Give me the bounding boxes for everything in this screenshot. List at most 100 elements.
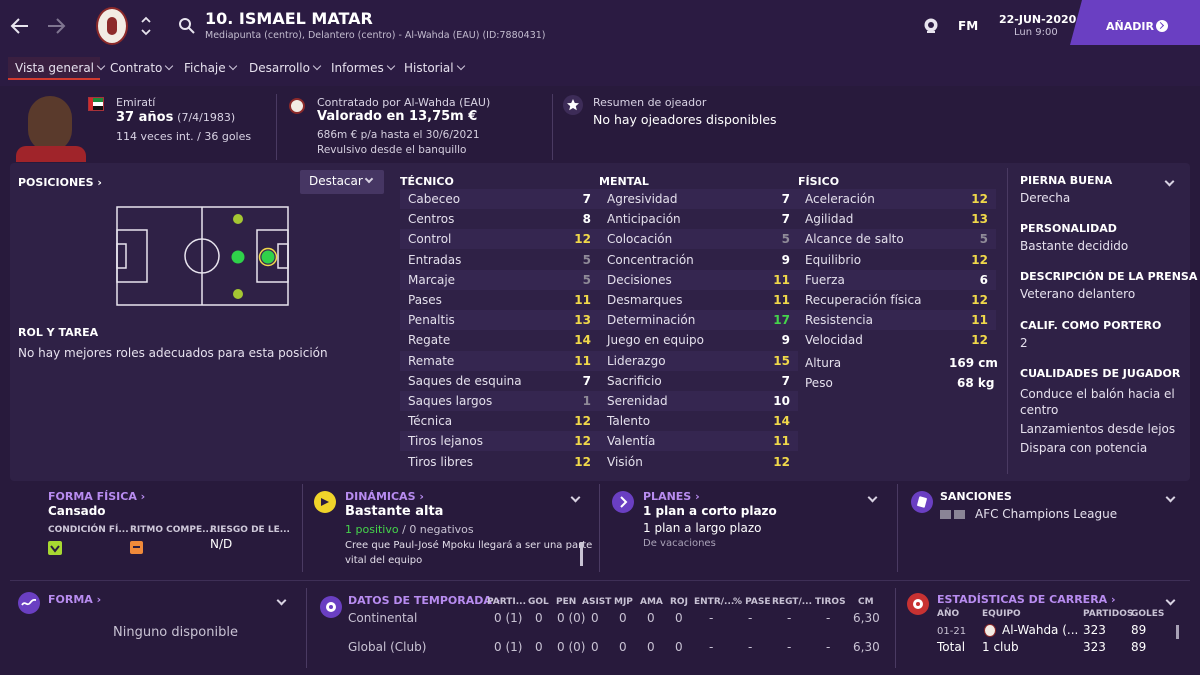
attribute-row[interactable]: Resistencia 11 xyxy=(797,310,996,331)
attribute-row[interactable]: Valentía 11 xyxy=(599,431,798,452)
season-heading[interactable]: DATOS DE TEMPORADA › xyxy=(348,594,500,607)
season-cell: 0 xyxy=(535,611,543,625)
attribute-value: 12 xyxy=(773,454,790,469)
condition-heart-icon xyxy=(48,541,62,555)
season-col-header[interactable]: ASIST xyxy=(582,597,611,607)
attribute-row[interactable]: Visión 12 xyxy=(599,452,798,472)
attribute-row[interactable]: Recuperación física 12 xyxy=(797,290,996,310)
tab-desarrollo[interactable]: Desarrollo xyxy=(249,61,322,75)
tab-historial[interactable]: Historial xyxy=(404,61,465,75)
season-col-header[interactable]: CM xyxy=(858,597,874,607)
season-col-header[interactable]: PARTI... xyxy=(487,597,526,607)
season-cell: 0 (1) xyxy=(494,640,523,654)
season-cell: 0 (0) xyxy=(557,640,586,654)
attribute-value: 11 xyxy=(773,272,790,287)
season-col-header[interactable]: % PASE xyxy=(733,597,771,607)
attribute-name: Remate xyxy=(408,353,455,368)
career-heading[interactable]: ESTADÍSTICAS DE CARRERA › xyxy=(937,593,1116,606)
dynamics-heading[interactable]: DINÁMICAS › xyxy=(345,490,424,503)
chevron-down-icon[interactable] xyxy=(276,595,287,606)
tab-fichaje[interactable]: Fichaje xyxy=(184,61,237,75)
season-cell: - xyxy=(748,640,753,654)
attribute-row[interactable]: Colocación 5 xyxy=(599,229,798,250)
attribute-value: 1 xyxy=(582,394,591,408)
attribute-row[interactable]: Remate 11 xyxy=(400,350,599,371)
tab-vista-general[interactable]: Vista general xyxy=(15,61,106,75)
attribute-row[interactable]: Centros 8 xyxy=(400,209,599,229)
attribute-row[interactable]: Tiros lejanos 12 xyxy=(400,431,599,452)
attribute-row[interactable]: Anticipación 7 xyxy=(599,209,798,229)
divider xyxy=(1007,168,1008,474)
fm-logo[interactable]: FM xyxy=(958,19,978,33)
attribute-row[interactable]: Liderazgo 15 xyxy=(599,350,798,371)
plans-heading[interactable]: PLANES › xyxy=(643,490,700,503)
tab-contrato[interactable]: Contrato xyxy=(110,61,174,75)
add-button[interactable]: AÑADIR xyxy=(1070,0,1200,45)
attribute-row[interactable]: Decisiones 11 xyxy=(599,269,798,290)
chevron-down-icon[interactable] xyxy=(867,492,878,503)
attribute-row[interactable]: Pases 11 xyxy=(400,290,599,310)
player-avatar[interactable] xyxy=(16,92,86,162)
nationality: Emiratí xyxy=(116,96,156,109)
arrow-right-icon[interactable] xyxy=(46,17,66,35)
attribute-row[interactable]: Serenidad 10 xyxy=(599,391,798,411)
attribute-row[interactable]: Entradas 5 xyxy=(400,250,599,270)
attribute-row[interactable]: Saques de esquina 7 xyxy=(400,371,599,391)
divider xyxy=(10,580,1190,581)
fitness-heading[interactable]: FORMA FÍSICA › xyxy=(48,490,145,503)
scrollbar[interactable] xyxy=(1176,625,1179,639)
season-col-header[interactable]: PEN xyxy=(556,597,576,607)
season-col-header[interactable]: MJP xyxy=(614,597,633,607)
season-col-header[interactable]: ROJ xyxy=(670,597,688,607)
season-col-header[interactable]: GOL xyxy=(528,597,549,607)
attribute-row[interactable]: Concentración 9 xyxy=(599,250,798,270)
attribute-row[interactable]: Talento 14 xyxy=(599,411,798,431)
attribute-row[interactable]: Equilibrio 12 xyxy=(797,250,996,270)
attribute-row[interactable]: Agresividad 7 xyxy=(599,189,798,209)
attribute-row[interactable]: Tiros libres 12 xyxy=(400,452,599,472)
season-col-header[interactable]: REGT/... xyxy=(772,597,812,607)
attribute-row[interactable]: Saques largos 1 xyxy=(400,391,599,411)
attribute-row[interactable]: Desmarques 11 xyxy=(599,290,798,310)
career-team[interactable]: Al-Wahda (... xyxy=(1002,623,1078,637)
search-icon[interactable] xyxy=(178,17,196,35)
chevron-down-icon[interactable] xyxy=(1165,595,1176,606)
attribute-value: 17 xyxy=(773,313,790,328)
highlight-dropdown[interactable]: Destacar xyxy=(300,170,384,194)
attribute-row[interactable]: Regate 14 xyxy=(400,330,599,350)
attribute-name: Decisiones xyxy=(607,272,672,287)
attribute-name: Talento xyxy=(607,414,651,429)
divider xyxy=(306,588,307,668)
club-badge[interactable] xyxy=(96,7,128,45)
attribute-name: Colocación xyxy=(607,232,673,247)
globe-icon[interactable] xyxy=(922,17,940,35)
attribute-row[interactable]: Juego en equipo 9 xyxy=(599,330,798,350)
attribute-row[interactable]: Técnica 12 xyxy=(400,411,599,431)
attribute-row[interactable]: Fuerza 6 xyxy=(797,269,996,290)
attribute-row[interactable]: Velocidad 12 xyxy=(797,330,996,350)
attribute-row[interactable]: Aceleración 12 xyxy=(797,189,996,209)
form-heading[interactable]: FORMA › xyxy=(48,593,101,606)
attribute-row[interactable]: Agilidad 13 xyxy=(797,209,996,229)
season-col-header[interactable]: ENTR/... xyxy=(694,597,734,607)
season-col-header[interactable]: AMA xyxy=(640,597,663,607)
positions-heading[interactable]: POSICIONES › xyxy=(18,176,102,189)
attribute-row[interactable]: Marcaje 5 xyxy=(400,269,599,290)
attribute-row[interactable]: Control 12 xyxy=(400,229,599,250)
tab-informes[interactable]: Informes xyxy=(331,61,396,75)
attribute-row[interactable]: Alcance de salto 5 xyxy=(797,229,996,250)
season-cell: 0 (1) xyxy=(494,611,523,625)
attribute-row[interactable]: Determinación 17 xyxy=(599,310,798,331)
attribute-row[interactable]: Sacrificio 7 xyxy=(599,371,798,391)
chevron-down-icon[interactable] xyxy=(570,492,581,503)
attribute-row[interactable]: Penaltis 13 xyxy=(400,310,599,331)
scrollbar[interactable] xyxy=(580,542,583,566)
attribute-row[interactable]: Cabeceo 7 xyxy=(400,189,599,209)
chevron-down-icon[interactable] xyxy=(1165,492,1176,503)
arrow-left-icon[interactable] xyxy=(10,17,30,35)
foot-label: PIERNA BUENA xyxy=(1020,174,1113,187)
season-col-header[interactable]: TIROS xyxy=(815,597,846,607)
current-date[interactable]: 22-JUN-2020 xyxy=(999,13,1076,26)
role-value: No hay mejores roles adecuados para esta… xyxy=(18,346,328,360)
chevron-updown-icon[interactable] xyxy=(140,15,152,37)
